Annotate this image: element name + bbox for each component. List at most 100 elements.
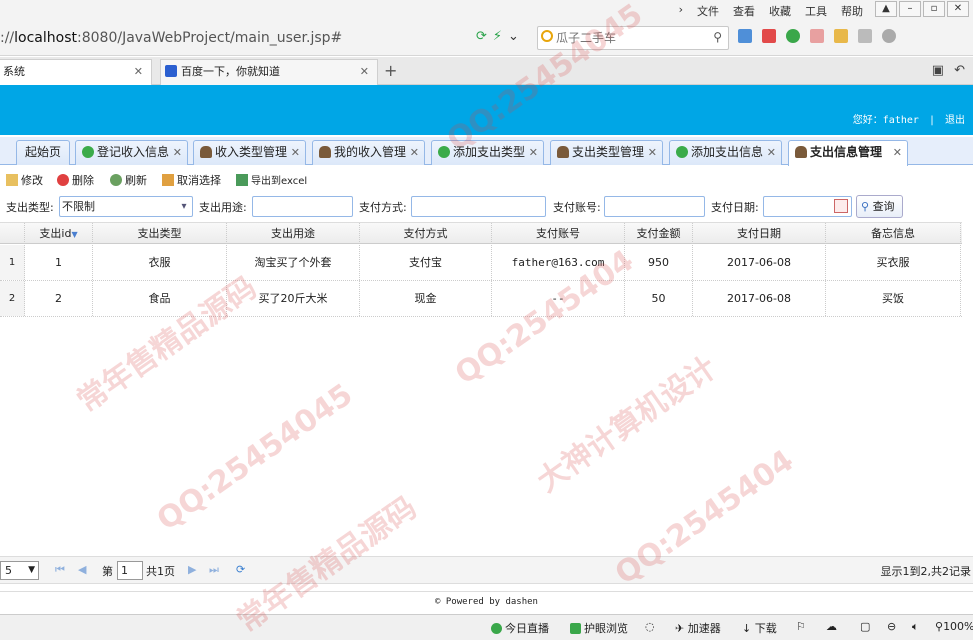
table-row[interactable]: 1 1 衣服 淘宝买了个外套 支付宝 father@163.com 950 20… (0, 245, 962, 281)
play-icon (491, 623, 502, 634)
table-row[interactable]: 2 2 食品 买了20斤大米 现金 -- 50 2017-06-08 买饭 (0, 281, 962, 317)
delete-icon (57, 174, 69, 186)
zoom-out-icon[interactable]: ⊖ (887, 620, 896, 633)
browser-search-box[interactable]: ⚲ (537, 26, 729, 50)
menu-arrow-icon[interactable]: › (679, 3, 683, 19)
logout-link[interactable]: 退出 (945, 115, 965, 126)
export-button[interactable]: 导出到excel (236, 172, 307, 187)
live-button[interactable]: 今日直播 (491, 620, 549, 636)
col-header-account[interactable]: 支付账号 (492, 223, 625, 244)
close-icon[interactable]: ✕ (173, 141, 182, 164)
copyright-icon: © (435, 597, 441, 607)
screenshot-icon[interactable] (858, 29, 872, 43)
browser-tab-system[interactable]: 系统 ✕ (0, 59, 152, 85)
tab-expense-manage[interactable]: 支出信息管理 ✕ (788, 140, 908, 166)
tab-add-income[interactable]: 登记收入信息 ✕ (75, 140, 188, 165)
col-header-type[interactable]: 支出类型 (93, 223, 227, 244)
query-button[interactable]: ⚲ 查询 (856, 195, 903, 218)
menu-view[interactable]: 查看 (733, 3, 755, 19)
skin-icon[interactable]: ▲ (875, 1, 897, 17)
zoom-level[interactable]: ⚲100% (935, 620, 973, 633)
menu-help[interactable]: 帮助 (841, 3, 863, 19)
col-header-amount[interactable]: 支付金额 (625, 223, 693, 244)
last-page-icon[interactable]: ⏭ (209, 563, 219, 577)
next-page-icon[interactable]: ▶ (188, 563, 196, 576)
col-header-purpose[interactable]: 支出用途 (227, 223, 360, 244)
browser-search-input[interactable] (556, 28, 706, 48)
window-icon[interactable]: ▢ (860, 620, 870, 633)
accelerator-button[interactable]: ✈ 加速器 (675, 620, 721, 636)
menu-file[interactable]: 文件 (697, 3, 719, 19)
date-input[interactable] (763, 196, 852, 217)
mail-icon[interactable] (762, 29, 776, 43)
maximize-button[interactable]: ▫ (923, 1, 945, 17)
tab-income-type[interactable]: 收入类型管理 ✕ (193, 140, 306, 165)
eye-care-button[interactable]: 护眼浏览 (570, 620, 628, 636)
close-icon[interactable]: ✕ (648, 141, 657, 164)
cloud-icon[interactable]: ☁ (826, 620, 837, 633)
shield-icon[interactable]: ◌ (645, 620, 655, 633)
close-icon[interactable]: ✕ (893, 141, 902, 164)
refresh-icon[interactable]: ⟳ (476, 29, 487, 44)
menu-favorites[interactable]: 收藏 (769, 3, 791, 19)
close-icon[interactable]: ✕ (529, 141, 538, 164)
col-header-id[interactable]: 支出id▼ (25, 223, 93, 244)
cell-amount: 950 (625, 245, 693, 280)
search-icon[interactable]: ⚲ (713, 30, 722, 44)
chevron-down-icon[interactable]: ⌄ (508, 29, 519, 44)
menu-tools[interactable]: 工具 (805, 3, 827, 19)
purpose-input[interactable] (252, 196, 353, 217)
close-tab-icon[interactable]: ✕ (134, 60, 143, 84)
yen-icon[interactable] (786, 29, 800, 43)
browser-tabbar: 系统 ✕ 百度一下，你就知道 ✕ + ▣ ↶ (0, 57, 973, 85)
first-page-icon[interactable]: ⏮ (55, 563, 65, 577)
flag-icon[interactable]: ⚐ (796, 620, 806, 633)
volume-icon[interactable]: 🔈︎ (912, 620, 919, 634)
tab-add-expense[interactable]: 添加支出信息 ✕ (669, 140, 782, 165)
rownum-header (0, 223, 25, 244)
col-header-date[interactable]: 支付日期 (693, 223, 826, 244)
col-header-memo[interactable]: 备忘信息 (826, 223, 961, 244)
refresh-icon[interactable]: ⟳ (236, 563, 245, 576)
notes-icon[interactable] (834, 29, 848, 43)
account-input[interactable] (604, 196, 705, 217)
type-select[interactable]: 不限制 ▾ (59, 196, 193, 217)
delete-button[interactable]: 删除 (57, 172, 94, 188)
translate-icon[interactable] (810, 29, 824, 43)
col-header-method[interactable]: 支付方式 (360, 223, 492, 244)
purpose-label: 支出用途: (199, 201, 247, 214)
type-label: 支出类型: (6, 201, 54, 214)
tab-expense-type[interactable]: 支出类型管理 ✕ (550, 140, 663, 165)
plus-icon (438, 146, 450, 158)
page-number-input[interactable]: 1 (117, 561, 143, 580)
undo-close-icon[interactable]: ↶ (954, 63, 965, 78)
download-button[interactable]: ↓ 下载 (742, 620, 777, 636)
refresh-button[interactable]: 刷新 (110, 172, 147, 188)
method-input[interactable] (411, 196, 546, 217)
page-size-select[interactable]: 5 ▼ (0, 561, 39, 580)
close-icon[interactable]: ✕ (291, 141, 300, 164)
url-field[interactable]: ://localhost:8080/JavaWebProject/main_us… (0, 28, 515, 50)
close-tab-icon[interactable]: ✕ (360, 60, 369, 84)
page-total: 共1页 (146, 565, 175, 578)
unselect-button[interactable]: 取消选择 (162, 172, 221, 188)
tab-home[interactable]: 起始页 (16, 140, 70, 165)
browser-tab-baidu[interactable]: 百度一下，你就知道 ✕ (160, 59, 378, 85)
tab-my-income[interactable]: 我的收入管理 ✕ (312, 140, 425, 165)
tab-add-expense-type[interactable]: 添加支出类型 ✕ (431, 140, 544, 165)
restore-tabs-icon[interactable]: ▣ (932, 63, 944, 78)
prev-page-icon[interactable]: ◀ (78, 563, 86, 576)
new-tab-button[interactable]: + (384, 61, 397, 80)
close-icon[interactable]: ✕ (410, 141, 419, 164)
pencil-icon (6, 174, 18, 186)
chevron-down-icon[interactable]: ▾ (176, 197, 192, 216)
plus-icon (676, 146, 688, 158)
apps-icon[interactable] (738, 29, 752, 43)
lightning-icon[interactable]: ⚡ (493, 29, 502, 44)
minimize-button[interactable]: – (899, 1, 921, 17)
calendar-icon[interactable] (834, 199, 848, 213)
close-window-button[interactable]: ✕ (947, 1, 969, 17)
close-icon[interactable]: ✕ (767, 141, 776, 164)
zoom-tool-icon[interactable] (882, 29, 896, 43)
edit-button[interactable]: 修改 (6, 172, 43, 188)
